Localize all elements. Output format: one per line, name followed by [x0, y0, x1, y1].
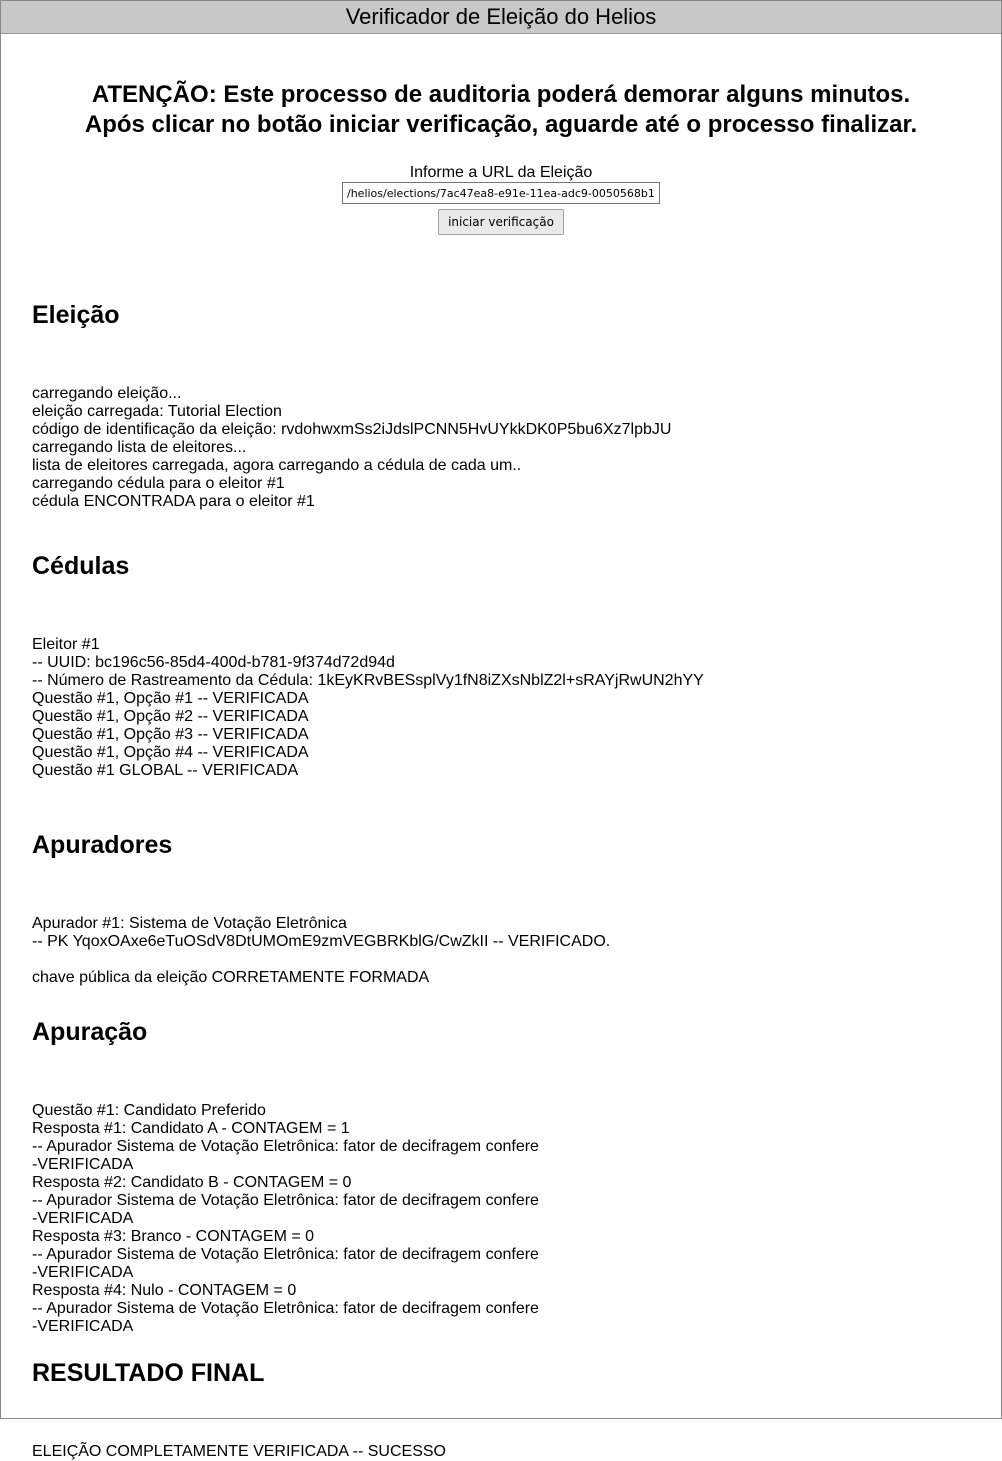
results-content: Eleição carregando eleição... eleição car… [1, 300, 1001, 1461]
log-line: chave pública da eleição CORRETAMENTE FO… [32, 969, 430, 986]
section-title-apuracao: Apuração [32, 1018, 148, 1046]
log-line: Apurador #1: Sistema de Votação Eletrôni… [32, 915, 347, 932]
log-line: Eleitor #1 [32, 636, 100, 653]
log-line: -VERIFICADA [32, 1156, 134, 1173]
log-line: -- Apurador Sistema de Votação Eletrônic… [32, 1138, 539, 1155]
verifier-window: Verificador de Eleição do Helios ATENÇÃO… [0, 0, 1002, 1460]
log-line: -- Apurador Sistema de Votação Eletrônic… [32, 1246, 539, 1263]
log-line: Resposta #4: Nulo - CONTAGEM = 0 [32, 1282, 297, 1299]
log-line: -- PK YqoxOAxe6eTuOSdV8DtUMOmE9zmVEGBRKb… [32, 933, 611, 950]
resultado-log: ELEIÇÃO COMPLETAMENTE VERIFICADA -- SUCE… [32, 1443, 1001, 1461]
url-label: Informe a URL da Eleição [409, 164, 593, 181]
log-line: eleição carregada: Tutorial Election [32, 403, 282, 420]
start-verification-button[interactable]: iniciar verificação [438, 209, 564, 235]
log-blank-line [32, 951, 1001, 969]
election-url-input[interactable] [342, 182, 660, 204]
log-line: Questão #1 GLOBAL -- VERIFICADA [32, 762, 299, 779]
warning-line-2: Após clicar no botão iniciar verificação… [84, 111, 918, 138]
eleicao-log: carregando eleição... eleição carregada: … [32, 385, 1001, 511]
log-line: Questão #1, Opção #2 -- VERIFICADA [32, 708, 309, 725]
log-line: -- UUID: bc196c56-85d4-400d-b781-9f374d7… [32, 654, 395, 671]
url-form: Informe a URL da Eleição iniciar verific… [1, 164, 1001, 235]
section-title-resultado: RESULTADO FINAL [32, 1359, 265, 1387]
apuradores-log: Apurador #1: Sistema de Votação Eletrôni… [32, 915, 1001, 987]
log-line: Resposta #3: Branco - CONTAGEM = 0 [32, 1228, 315, 1245]
log-line: Resposta #1: Candidato A - CONTAGEM = 1 [32, 1120, 350, 1137]
log-line: -- Apurador Sistema de Votação Eletrônic… [32, 1192, 539, 1209]
apuracao-log: Questão #1: Candidato Preferido Resposta … [32, 1102, 1001, 1336]
log-line: -VERIFICADA [32, 1318, 134, 1335]
window-title: Verificador de Eleição do Helios [1, 1, 1001, 34]
log-line: -VERIFICADA [32, 1264, 134, 1281]
log-line: Resposta #2: Candidato B - CONTAGEM = 0 [32, 1174, 352, 1191]
log-line: -VERIFICADA [32, 1210, 134, 1227]
log-line: código de identificação da eleição: rvdo… [32, 421, 672, 438]
log-line: Questão #1, Opção #1 -- VERIFICADA [32, 690, 309, 707]
section-title-cedulas: Cédulas [32, 552, 130, 580]
log-line: cédula ENCONTRADA para o eleitor #1 [32, 493, 315, 510]
log-line: carregando lista de eleitores... [32, 439, 247, 456]
section-title-eleicao: Eleição [32, 301, 120, 329]
log-line: carregando cédula para o eleitor #1 [32, 475, 285, 492]
log-line: Questão #1, Opção #4 -- VERIFICADA [32, 744, 309, 761]
section-title-apuradores: Apuradores [32, 831, 173, 859]
audit-warning: ATENÇÃO: Este processo de auditoria pode… [1, 80, 1001, 140]
log-line: carregando eleição... [32, 385, 182, 402]
log-line: -- Número de Rastreamento da Cédula: 1kE… [32, 672, 704, 689]
log-line: -- Apurador Sistema de Votação Eletrônic… [32, 1300, 539, 1317]
log-line: Questão #1, Opção #3 -- VERIFICADA [32, 726, 309, 743]
cedulas-log: Eleitor #1 -- UUID: bc196c56-85d4-400d-b7… [32, 636, 1001, 780]
log-line: lista de eleitores carregada, agora carr… [32, 457, 522, 474]
warning-line-1: ATENÇÃO: Este processo de auditoria pode… [91, 81, 911, 108]
log-line: Questão #1: Candidato Preferido [32, 1102, 266, 1119]
log-line: ELEIÇÃO COMPLETAMENTE VERIFICADA -- SUCE… [32, 1443, 446, 1460]
